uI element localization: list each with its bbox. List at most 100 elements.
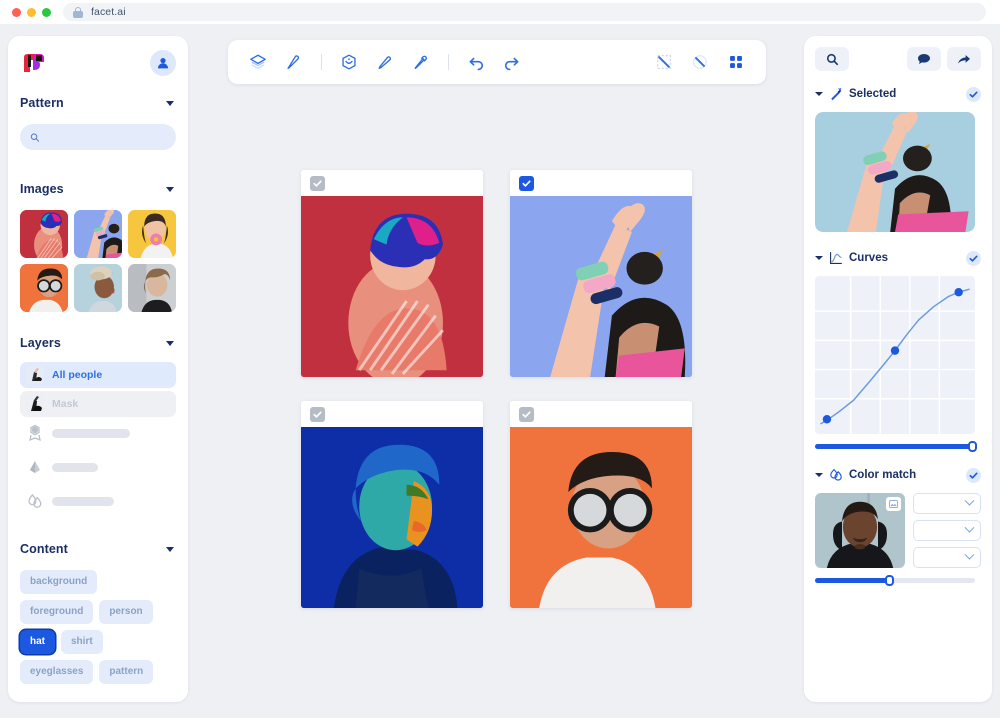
share-button[interactable]	[947, 47, 981, 71]
content-chip-foreground[interactable]: foreground	[20, 600, 94, 624]
content-chip-pattern[interactable]: pattern	[99, 660, 154, 684]
content-chip-person[interactable]: person	[99, 600, 153, 624]
curve-control-point-2[interactable]	[890, 346, 900, 355]
chevron-down-icon[interactable]	[166, 100, 174, 106]
selected-preview-image[interactable]	[815, 112, 975, 232]
color-match-slider[interactable]	[815, 575, 975, 586]
layer-row-mask[interactable]: Mask	[20, 391, 176, 417]
color-match-select-2[interactable]	[913, 520, 981, 541]
close-window-button[interactable]	[12, 7, 21, 17]
search-input[interactable]	[45, 131, 166, 143]
chevron-down-icon[interactable]	[166, 186, 174, 192]
card-image[interactable]	[510, 427, 692, 608]
thumb-red-portrait[interactable]	[20, 210, 68, 258]
card-blue-neon[interactable]	[301, 401, 483, 608]
thumb-gray-bob[interactable]	[128, 264, 176, 312]
lasso-tool[interactable]	[684, 46, 716, 78]
thumb-blue-arms[interactable]	[74, 210, 122, 258]
content-chip-shirt[interactable]: shirt	[61, 630, 103, 654]
undo-button[interactable]	[460, 46, 492, 78]
check-icon	[969, 91, 978, 98]
magic-select[interactable]	[333, 46, 365, 78]
curves-slider-handle[interactable]	[967, 441, 977, 452]
card-checkbox[interactable]	[519, 175, 534, 191]
layers-tool[interactable]	[242, 46, 274, 78]
layer-mask-icon	[26, 395, 44, 413]
sidebar-section-pattern[interactable]: Pattern	[20, 90, 176, 116]
panel-section-selected[interactable]: Selected	[815, 84, 981, 104]
chevron-down-icon	[964, 522, 975, 533]
chevron-down-icon[interactable]	[166, 340, 174, 346]
card-blue-arms[interactable]	[510, 170, 692, 377]
layer-label: All people	[52, 369, 103, 381]
card-checkbox[interactable]	[310, 175, 325, 191]
grid-view[interactable]	[720, 46, 752, 78]
address-bar[interactable]: facet.ai	[63, 3, 986, 21]
selected-enabled-toggle[interactable]	[966, 86, 981, 102]
card-checkbox[interactable]	[310, 406, 325, 422]
chevron-down-icon[interactable]	[166, 546, 174, 552]
curves-slider[interactable]	[815, 441, 977, 452]
color-match-select-1[interactable]	[913, 493, 981, 514]
curve-control-point-3[interactable]	[954, 288, 963, 297]
images-section-title: Images	[20, 182, 64, 196]
card-red-portrait[interactable]	[301, 170, 483, 377]
maximize-window-button[interactable]	[42, 7, 51, 17]
user-avatar-icon[interactable]	[150, 50, 176, 76]
thumb-orange-glasses[interactable]	[20, 264, 68, 312]
sidebar-section-content[interactable]: Content	[20, 536, 176, 562]
pen-tool[interactable]	[278, 46, 310, 78]
pattern-search-field[interactable]	[20, 124, 176, 150]
layer-row-all-people[interactable]: All people	[20, 362, 176, 388]
card-image[interactable]	[301, 196, 483, 377]
color-match-reference-image[interactable]	[815, 493, 905, 568]
sidebar-section-layers[interactable]: Layers	[20, 330, 176, 356]
canvas-toolbar	[228, 40, 766, 84]
comment-button[interactable]	[907, 47, 941, 71]
chevron-down-icon	[964, 495, 975, 506]
left-sidebar: Pattern Images Layers All people Mask Co…	[8, 36, 188, 702]
chevron-down-icon[interactable]	[815, 256, 823, 260]
thumb-lightblue-braid[interactable]	[74, 264, 122, 312]
thumb-yellow-donut[interactable]	[128, 210, 176, 258]
chevron-down-icon[interactable]	[815, 473, 823, 477]
image-icon[interactable]	[886, 497, 901, 511]
sidebar-section-images[interactable]: Images	[20, 176, 176, 202]
texture-icon	[26, 458, 44, 476]
curves-editor[interactable]	[815, 276, 975, 434]
panel-section-curves[interactable]: Curves	[815, 248, 981, 268]
curves-slider-fill	[815, 444, 972, 449]
color-match-enabled-toggle[interactable]	[966, 467, 981, 483]
redo-button[interactable]	[496, 46, 528, 78]
canvas-area	[196, 94, 800, 702]
brush-tool[interactable]	[369, 46, 401, 78]
card-checkbox[interactable]	[519, 406, 534, 422]
layer-row-placeholder-4[interactable]	[20, 488, 176, 514]
content-chip-hat[interactable]: hat	[20, 630, 55, 654]
card-orange-glasses[interactable]	[510, 401, 692, 608]
curve-control-point-1[interactable]	[822, 415, 832, 424]
curve-graph-icon	[830, 252, 842, 264]
minimize-window-button[interactable]	[27, 7, 36, 17]
curves-section-title: Curves	[849, 252, 888, 264]
card-image[interactable]	[510, 196, 692, 377]
undo-arrow-icon	[466, 53, 486, 71]
traffic-lights	[12, 7, 51, 17]
eyedropper-icon	[412, 53, 430, 71]
card-image[interactable]	[301, 427, 483, 608]
content-chip-eyeglasses[interactable]: eyeglasses	[20, 660, 94, 684]
lock-icon	[73, 6, 83, 18]
chevron-down-icon[interactable]	[815, 92, 823, 96]
layer-row-placeholder-2[interactable]	[20, 420, 176, 446]
color-match-select-3[interactable]	[913, 547, 981, 568]
select-marquee[interactable]	[648, 46, 680, 78]
panel-section-color-match[interactable]: Color match	[815, 465, 981, 485]
search-button[interactable]	[815, 47, 849, 71]
eyedropper-tool[interactable]	[405, 46, 437, 78]
color-match-slider-handle[interactable]	[884, 575, 894, 586]
pattern-section-title: Pattern	[20, 96, 64, 110]
curves-enabled-toggle[interactable]	[966, 250, 981, 266]
content-chip-background[interactable]: background	[20, 570, 98, 594]
layer-row-placeholder-3[interactable]	[20, 454, 176, 480]
curves-chart[interactable]	[815, 276, 975, 434]
